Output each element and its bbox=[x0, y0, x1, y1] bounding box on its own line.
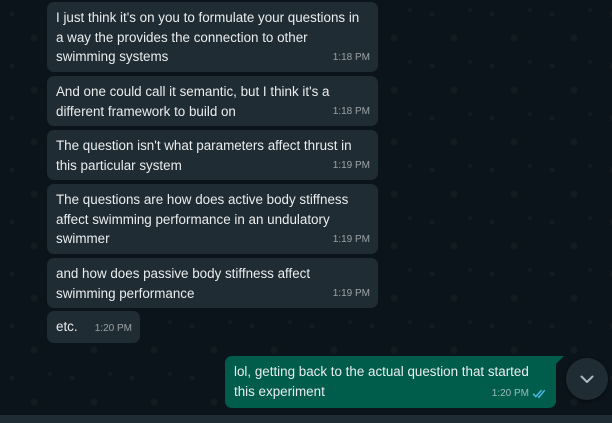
double-check-icon bbox=[532, 389, 546, 399]
message-time-container: 1:18 PM bbox=[333, 48, 370, 68]
message-time-container: 1:19 PM bbox=[333, 230, 370, 250]
message-time-container: 1:20 PM bbox=[95, 319, 132, 339]
message-text: and how does passive body stiffness affe… bbox=[56, 266, 311, 301]
message-time: 1:18 PM bbox=[332, 51, 370, 63]
message-bubble[interactable]: I just think it's on you to formulate yo… bbox=[47, 2, 378, 72]
message-text: And one could call it semantic, but I th… bbox=[56, 84, 330, 119]
message-time: 1:20 PM bbox=[491, 387, 529, 399]
message-text: The question isn't what parameters affec… bbox=[56, 138, 352, 173]
message-time-container: 1:18 PM bbox=[333, 102, 370, 122]
bubble-tail bbox=[555, 356, 564, 365]
message-bubble[interactable]: The question isn't what parameters affec… bbox=[47, 130, 378, 180]
message-time: 1:19 PM bbox=[332, 287, 370, 299]
message-bubble[interactable]: and how does passive body stiffness affe… bbox=[47, 258, 378, 308]
message-time-container: 1:20 PM bbox=[492, 384, 548, 404]
message-bubble[interactable]: And one could call it semantic, but I th… bbox=[47, 76, 378, 126]
message-bubble[interactable]: The questions are how does active body s… bbox=[47, 184, 378, 254]
message-time: 1:18 PM bbox=[332, 105, 370, 117]
message-time-container: 1:19 PM bbox=[333, 284, 370, 304]
chevron-down-icon bbox=[580, 375, 594, 383]
message-time: 1:19 PM bbox=[332, 159, 370, 171]
message-text: The questions are how does active body s… bbox=[56, 192, 349, 246]
message-time: 1:19 PM bbox=[332, 233, 370, 245]
message-text: I just think it's on you to formulate yo… bbox=[56, 10, 360, 64]
message-time-container: 1:19 PM bbox=[333, 156, 370, 176]
composer-bar-edge bbox=[0, 415, 612, 423]
scroll-to-bottom-button[interactable] bbox=[566, 358, 608, 400]
message-bubble[interactable]: etc. 1:20 PM bbox=[47, 311, 140, 343]
message-time: 1:20 PM bbox=[94, 322, 132, 334]
message-bubble-outgoing[interactable]: lol, getting back to the actual question… bbox=[225, 356, 564, 408]
